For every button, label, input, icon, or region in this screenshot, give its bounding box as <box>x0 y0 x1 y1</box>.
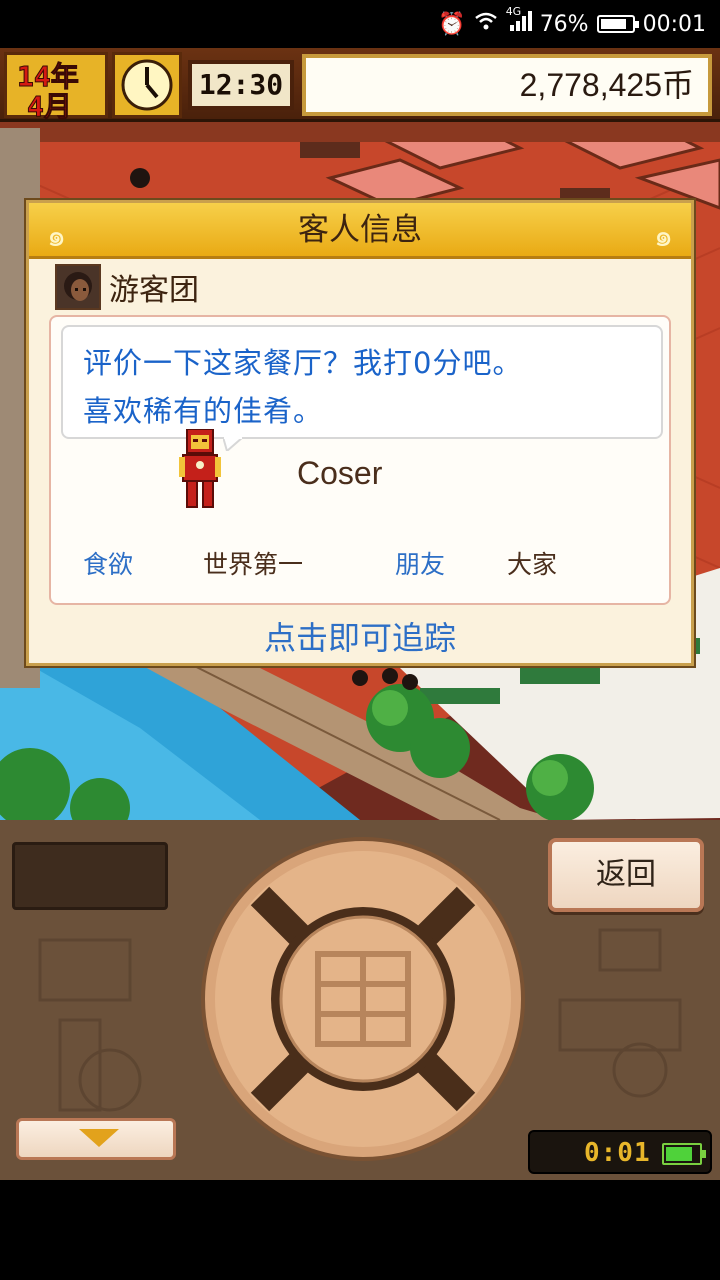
timer-text: 0:01 <box>584 1138 651 1168</box>
speech-bubble: 评价一下这家餐厅？我打0分吧。 喜欢稀有的佳肴。 <box>61 325 663 451</box>
signal-icon: 4G <box>506 5 532 37</box>
status-bar: ⏰ 4G 76% 00:01 <box>0 0 720 48</box>
guest-detail-card: 评价一下这家餐厅？我打0分吧。 喜欢稀有的佳肴。 Coser 食欲 世界第一 朋… <box>49 315 671 605</box>
dialog-header: ๑ 客人信息 ๑ <box>29 203 691 259</box>
empty-slot <box>12 842 168 910</box>
month-label: 4月 <box>27 90 73 124</box>
money-display: 2,778,425币 <box>302 54 712 116</box>
swirl-ornament-icon: ๑ <box>653 219 673 254</box>
clock-time: 00:01 <box>642 11 706 37</box>
expand-menu-button[interactable] <box>16 1118 176 1160</box>
top-hud: 14年 4月 12:30 2,778,425币 <box>0 48 720 124</box>
iron-suit-character-sprite <box>179 429 221 508</box>
guest-name: 游客团 <box>109 273 199 308</box>
tag-world-first: 世界第一 <box>203 550 304 579</box>
tag-friend: 朋友 <box>395 550 446 579</box>
guest-avatar <box>55 264 101 310</box>
back-button[interactable]: 返回 <box>548 838 704 912</box>
guest-comment-line1: 评价一下这家餐厅？我打0分吧。 <box>83 346 523 380</box>
wifi-icon <box>474 11 498 37</box>
network-type: 4G <box>505 5 522 18</box>
clock-icon <box>112 52 182 118</box>
control-panel: 返回 0:01 <box>0 820 720 1180</box>
directional-pad[interactable] <box>198 834 528 1164</box>
battery-percent: 76% <box>539 11 589 37</box>
date-panel: 14年 4月 <box>4 52 108 124</box>
tag-everyone: 大家 <box>507 550 558 579</box>
guest-comment-line2: 喜欢稀有的佳肴。 <box>83 394 324 428</box>
play-timer: 0:01 <box>528 1130 712 1174</box>
triangle-down-icon <box>79 1129 119 1147</box>
bubble-tail <box>223 437 243 451</box>
swirl-ornament-icon: ๑ <box>47 219 67 254</box>
guest-info-dialog: ๑ 客人信息 ๑ 游客团 评价一下这家餐厅？我打0分吧。 喜欢稀有的佳肴。 Co… <box>26 200 694 666</box>
bottom-black-bar <box>0 1180 720 1280</box>
device-battery-icon <box>662 1143 706 1165</box>
battery-icon <box>596 15 639 33</box>
dialog-title: 客人信息 <box>298 212 422 248</box>
guest-row: 游客团 <box>55 263 199 311</box>
alarm-icon: ⏰ <box>438 11 466 37</box>
tap-to-track-link[interactable]: 点击即可追踪 <box>29 613 691 659</box>
character-label: Coser <box>297 455 383 491</box>
tag-appetite: 食欲 <box>83 550 134 579</box>
game-time-display: 12:30 <box>188 60 294 110</box>
